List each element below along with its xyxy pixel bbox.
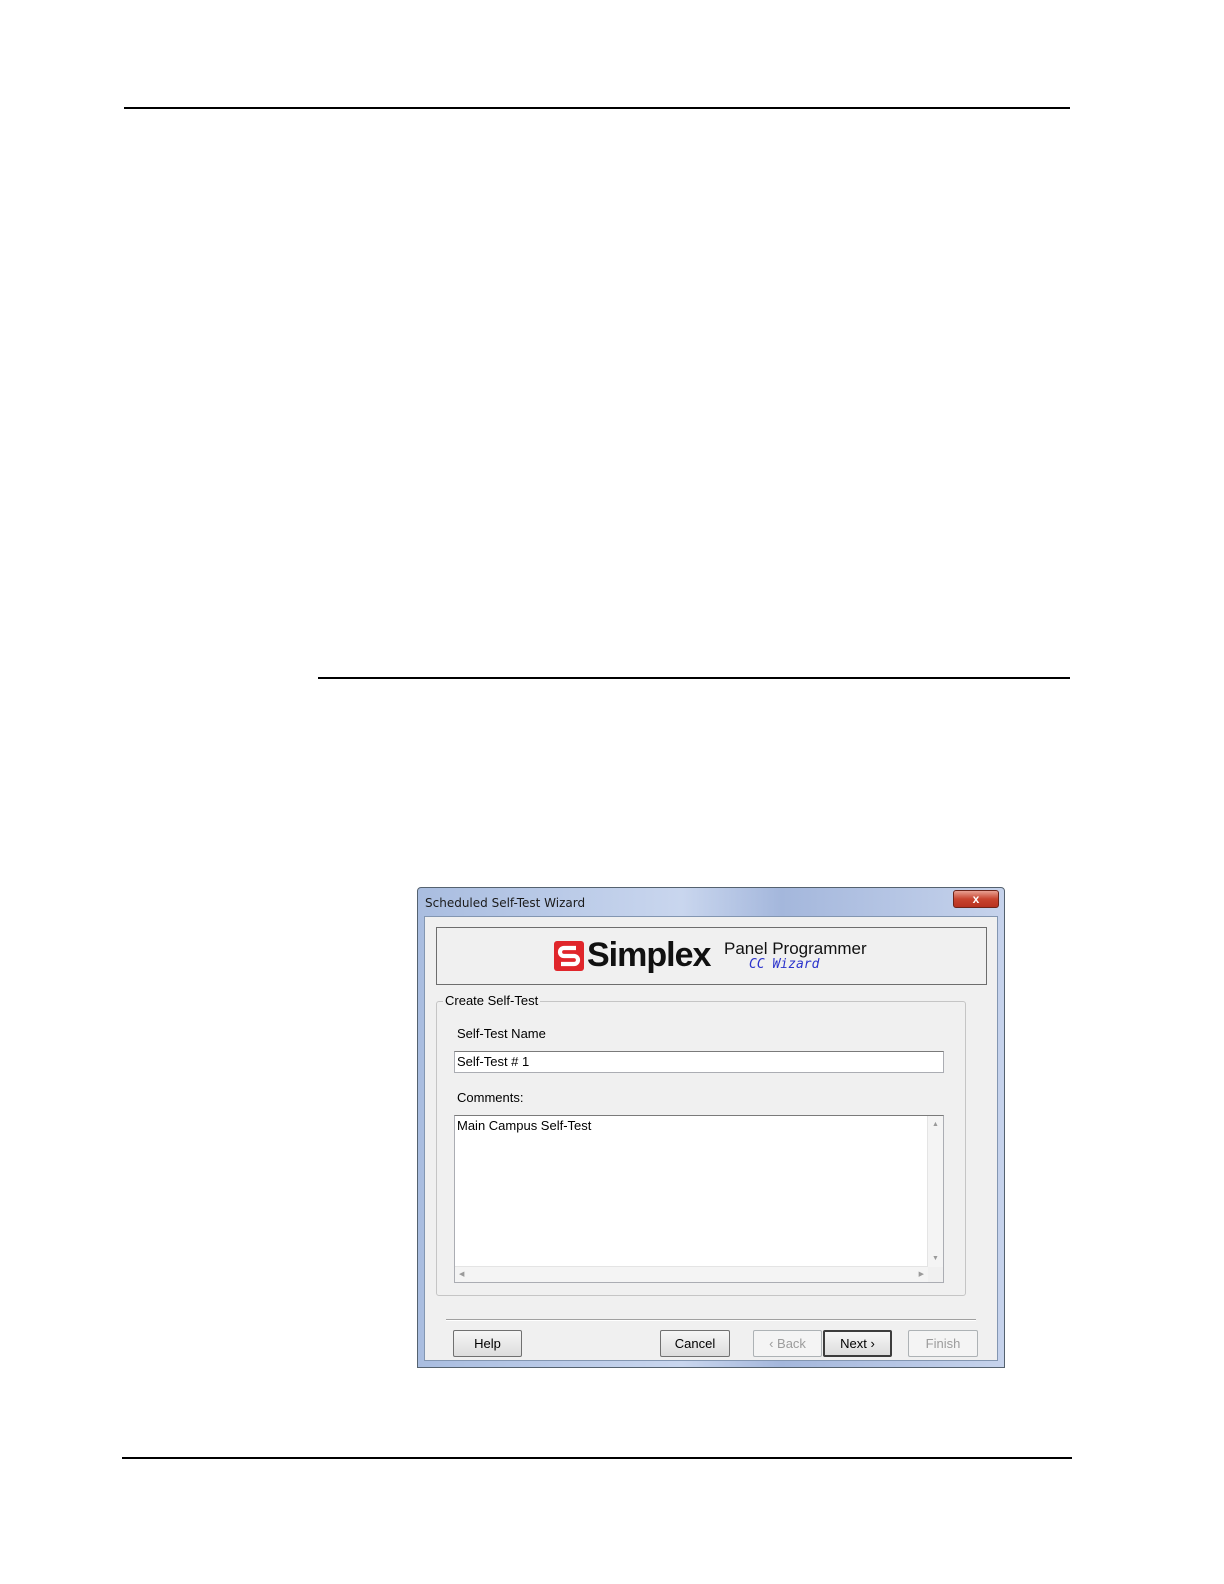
self-test-name-label: Self-Test Name <box>457 1026 546 1041</box>
simplex-logo-icon <box>554 941 584 971</box>
horizontal-scrollbar[interactable]: ◀ ▶ <box>455 1266 928 1282</box>
finish-button[interactable]: Finish <box>908 1330 978 1357</box>
scroll-corner <box>928 1267 943 1282</box>
title-bar[interactable]: Scheduled Self-Test Wizard x <box>418 888 1004 916</box>
next-button[interactable]: Next › <box>823 1330 892 1357</box>
window-title: Scheduled Self-Test Wizard <box>425 896 586 910</box>
group-legend: Create Self-Test <box>443 993 541 1008</box>
wizard-window: Scheduled Self-Test Wizard x Simplex Pan… <box>417 887 1005 1368</box>
scroll-right-icon[interactable]: ▶ <box>919 1271 924 1279</box>
brand-name: Simplex <box>587 936 711 974</box>
app-subtitle: CC Wizard <box>749 957 820 972</box>
scroll-up-icon[interactable]: ▲ <box>932 1121 939 1129</box>
self-test-name-input[interactable]: Self-Test # 1 <box>454 1051 944 1073</box>
close-button[interactable]: x <box>953 890 999 908</box>
create-self-test-group: Create Self-Test Self-Test Name Self-Tes… <box>436 993 966 1296</box>
scroll-left-icon[interactable]: ◀ <box>459 1271 464 1279</box>
dialog-client-area: Simplex Panel Programmer CC Wizard Creat… <box>424 916 998 1361</box>
comments-value: Main Campus Self-Test <box>457 1118 592 1133</box>
help-button[interactable]: Help <box>453 1330 522 1357</box>
header-banner: Simplex Panel Programmer CC Wizard <box>436 927 987 985</box>
self-test-name-value: Self-Test # 1 <box>457 1054 530 1069</box>
footer-rule <box>122 1457 1072 1459</box>
back-button[interactable]: ‹ Back <box>753 1330 822 1357</box>
section-rule <box>318 677 1070 679</box>
header-rule <box>124 107 1070 109</box>
comments-label: Comments: <box>457 1090 524 1105</box>
close-icon: x <box>972 892 980 906</box>
comments-textarea[interactable]: Main Campus Self-Test ▲ ▼ ◀ ▶ <box>454 1115 944 1283</box>
cancel-button[interactable]: Cancel <box>660 1330 730 1357</box>
scroll-down-icon[interactable]: ▼ <box>932 1255 939 1263</box>
app-name: Panel Programmer <box>724 939 867 958</box>
vertical-scrollbar[interactable]: ▲ ▼ <box>927 1116 943 1267</box>
button-separator <box>446 1319 976 1321</box>
